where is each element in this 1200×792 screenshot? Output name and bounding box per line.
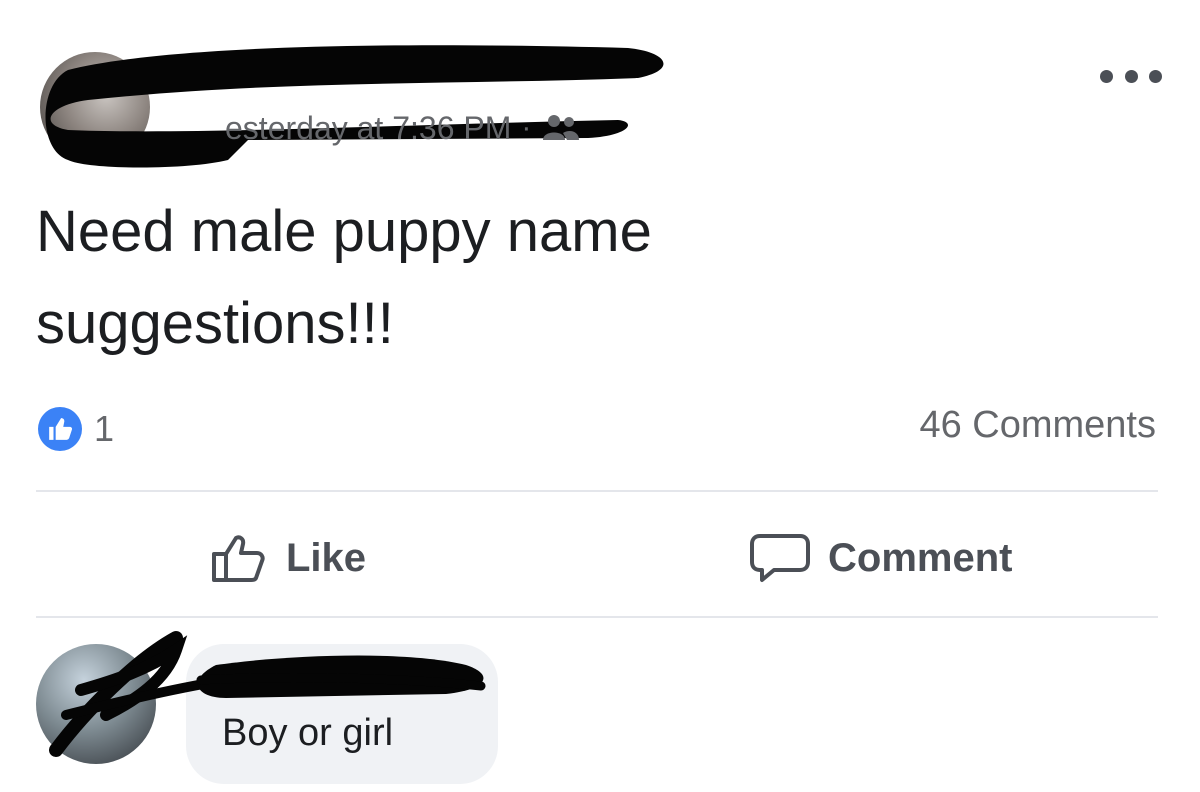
meta-separator: · bbox=[521, 111, 532, 144]
author-name-redaction bbox=[45, 45, 664, 168]
more-options-icon[interactable] bbox=[1100, 64, 1162, 88]
post-timestamp[interactable]: esterday at 7:36 PM bbox=[225, 110, 511, 147]
like-button-label: Like bbox=[286, 535, 367, 580]
like-reaction-icon bbox=[38, 407, 82, 451]
comment-button[interactable]: Comment bbox=[750, 528, 1012, 588]
reaction-count: 1 bbox=[94, 408, 115, 449]
post-meta: esterday at 7:36 PM · bbox=[225, 108, 581, 148]
reactions-summary[interactable]: 1 bbox=[38, 407, 114, 451]
thumbs-up-icon bbox=[212, 535, 265, 582]
divider bbox=[36, 616, 1158, 618]
comments-count-link[interactable]: 46 Comments bbox=[919, 404, 1156, 447]
friends-icon[interactable] bbox=[541, 113, 581, 143]
comment-text: Boy or girl bbox=[222, 712, 394, 754]
comment-button-label: Comment bbox=[828, 535, 1013, 580]
like-button[interactable]: Like bbox=[210, 528, 366, 588]
speech-bubble-icon bbox=[750, 534, 810, 582]
post-text: Need male puppy name suggestions!!! bbox=[36, 199, 652, 356]
divider bbox=[36, 490, 1158, 492]
